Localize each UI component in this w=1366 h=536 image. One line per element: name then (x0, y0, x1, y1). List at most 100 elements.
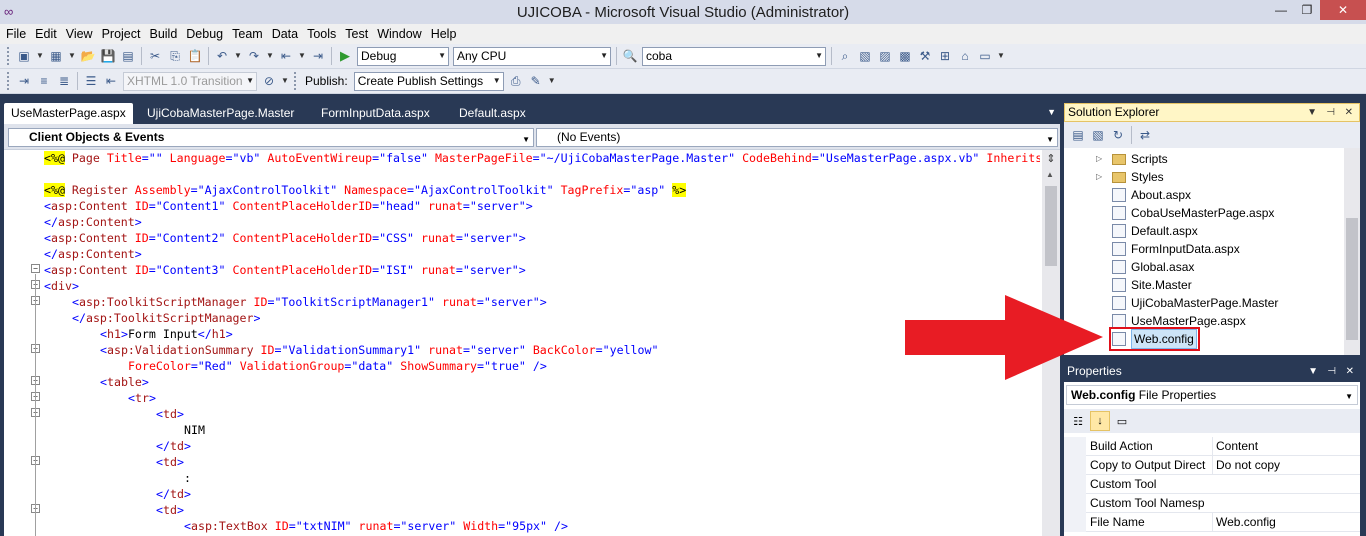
property-row-file-name[interactable]: File Name Web.config (1064, 513, 1360, 532)
tree-item-forminputdata[interactable]: FormInputData.aspx (1112, 240, 1240, 258)
navigate-backward-icon[interactable]: ⇤ (278, 48, 294, 64)
uncomment-icon[interactable]: ≣ (56, 73, 72, 89)
pin-icon[interactable]: ⊣ (1326, 104, 1335, 121)
command-window-icon[interactable]: ▭ (977, 48, 993, 64)
undo-icon[interactable]: ↶ (214, 48, 230, 64)
window-position-icon[interactable]: ▼ (1308, 363, 1318, 380)
property-row-copy-to-output[interactable]: Copy to Output Direct Do not copy (1064, 456, 1360, 475)
add-item-icon[interactable]: ▦ (48, 48, 64, 64)
close-icon[interactable]: ✕ (1346, 363, 1354, 380)
code-text-area[interactable]: − − − − − − − − − <%@ Page Title="" Lang… (4, 150, 1040, 536)
menu-file[interactable]: File (4, 24, 33, 44)
chevron-down-icon[interactable]: ▼ (548, 73, 556, 89)
property-pages-icon[interactable]: ▭ (1112, 411, 1132, 431)
tree-item-usemasterpage[interactable]: UseMasterPage.aspx (1112, 312, 1246, 330)
tree-item-web-config[interactable]: Web.config (1109, 327, 1200, 351)
menu-project[interactable]: Project (100, 24, 148, 44)
scroll-up-icon[interactable]: ▲ (1046, 170, 1054, 179)
close-icon[interactable]: ✕ (1320, 0, 1366, 20)
menu-debug[interactable]: Debug (184, 24, 230, 44)
find-combo[interactable]: coba ▼ (642, 46, 826, 66)
paste-icon[interactable]: 📋 (187, 48, 203, 64)
solution-configuration-combo[interactable]: Debug ▼ (357, 46, 449, 66)
refresh-icon[interactable]: ↻ (1110, 127, 1126, 143)
properties-object-selector[interactable]: Web.config File Properties ▼ (1066, 385, 1358, 405)
tree-item-global[interactable]: Global.asax (1112, 258, 1194, 276)
toolbox-icon[interactable]: ⚒ (917, 48, 933, 64)
property-value[interactable]: Web.config (1212, 513, 1352, 532)
publish-settings-combo[interactable]: Create Publish Settings ▼ (353, 71, 504, 91)
chevron-down-icon[interactable]: ▼ (234, 48, 242, 64)
chevron-down-icon[interactable]: ▼ (997, 48, 1005, 64)
publish-settings-icon[interactable]: ✎ (528, 73, 544, 89)
tab-list-dropdown-icon[interactable]: ▼ (1047, 107, 1056, 117)
property-row-custom-tool-namespace[interactable]: Custom Tool Namesp (1064, 494, 1360, 513)
toolbar-grip[interactable] (7, 72, 11, 90)
tree-item-about[interactable]: About.aspx (1112, 186, 1191, 204)
copy-website-icon[interactable]: ⇄ (1137, 127, 1153, 143)
outdent-icon[interactable]: ⇤ (103, 73, 119, 89)
object-browser-icon[interactable]: ▩ (897, 48, 913, 64)
extension-manager-icon[interactable]: ⊞ (937, 48, 953, 64)
objects-combo[interactable]: Client Objects & Events ▼ (8, 128, 534, 147)
check-accessibility-icon[interactable]: ⊘ (261, 73, 277, 89)
find-in-files-icon[interactable]: 🔍 (622, 48, 638, 64)
close-icon[interactable]: ✕ (1345, 104, 1353, 121)
save-all-icon[interactable]: ▤ (120, 48, 136, 64)
properties-window-icon[interactable]: ▨ (877, 48, 893, 64)
menu-tools[interactable]: Tools (305, 24, 343, 44)
menu-test[interactable]: Test (343, 24, 375, 44)
menu-view[interactable]: View (64, 24, 100, 44)
format-icon[interactable]: ☰ (83, 73, 99, 89)
events-combo[interactable]: (No Events) ▼ (536, 128, 1058, 147)
new-project-icon[interactable]: ▣ (16, 48, 32, 64)
collapse-icon[interactable]: − (31, 264, 40, 273)
copy-icon[interactable]: ⎘ (167, 48, 183, 64)
chevron-down-icon[interactable]: ▼ (281, 73, 289, 89)
solution-explorer-scrollbar[interactable] (1344, 148, 1360, 355)
restore-icon[interactable]: ❐ (1294, 0, 1320, 20)
start-page-icon[interactable]: ⌂ (957, 48, 973, 64)
menu-team[interactable]: Team (230, 24, 270, 44)
tab-ujicobamasterpage[interactable]: UjiCobaMasterPage.Master (140, 103, 301, 124)
menu-data[interactable]: Data (270, 24, 305, 44)
menu-help[interactable]: Help (429, 24, 464, 44)
navigate-forward-icon[interactable]: ⇥ (310, 48, 326, 64)
alphabetical-icon[interactable]: ↓ (1090, 411, 1110, 431)
chevron-down-icon[interactable]: ▼ (298, 48, 306, 64)
comment-icon[interactable]: ≡ (36, 73, 52, 89)
expand-icon[interactable]: ▷ (1096, 150, 1102, 168)
menu-window[interactable]: Window (375, 24, 428, 44)
tree-item-cobausemasterpage[interactable]: CobaUseMasterPage.aspx (1112, 204, 1274, 222)
expand-icon[interactable]: ▷ (1096, 168, 1102, 186)
chevron-down-icon[interactable]: ▼ (68, 48, 76, 64)
open-file-icon[interactable]: 📂 (80, 48, 96, 64)
menu-edit[interactable]: Edit (33, 24, 64, 44)
publish-web-icon[interactable]: ⎙ (508, 73, 524, 89)
cut-icon[interactable]: ✂ (147, 48, 163, 64)
tree-item-ujicobamasterpage[interactable]: UjiCobaMasterPage.Master (1112, 294, 1278, 312)
property-value[interactable]: Content (1212, 437, 1352, 456)
split-handle-icon[interactable]: ⇕ (1044, 152, 1058, 166)
redo-icon[interactable]: ↷ (246, 48, 262, 64)
tree-item-site-master[interactable]: Site.Master (1112, 276, 1192, 294)
pin-icon[interactable]: ⊣ (1327, 363, 1336, 380)
tab-usemasterpage[interactable]: UseMasterPage.aspx (4, 103, 133, 124)
tab-forminputdata[interactable]: FormInputData.aspx (314, 103, 437, 124)
validation-schema-combo[interactable]: XHTML 1.0 Transition ▼ (123, 71, 257, 91)
minimize-icon[interactable]: — (1268, 0, 1294, 20)
toolbar-grip[interactable] (7, 47, 11, 65)
property-row-build-action[interactable]: Build Action Content (1064, 437, 1360, 456)
save-icon[interactable]: 💾 (100, 48, 116, 64)
tree-item-styles[interactable]: ▷ Styles (1096, 168, 1164, 186)
indent-icon[interactable]: ⇥ (16, 73, 32, 89)
window-position-icon[interactable]: ▼ (1307, 104, 1317, 121)
solution-explorer-icon[interactable]: ▧ (857, 48, 873, 64)
scroll-thumb[interactable] (1045, 186, 1057, 266)
categorized-icon[interactable]: ☷ (1068, 411, 1088, 431)
show-all-files-icon[interactable]: ▧ (1090, 127, 1106, 143)
scroll-thumb[interactable] (1346, 218, 1358, 340)
start-debugging-icon[interactable]: ▶ (337, 48, 353, 64)
properties-icon[interactable]: ▤ (1070, 127, 1086, 143)
tree-item-default[interactable]: Default.aspx (1112, 222, 1198, 240)
